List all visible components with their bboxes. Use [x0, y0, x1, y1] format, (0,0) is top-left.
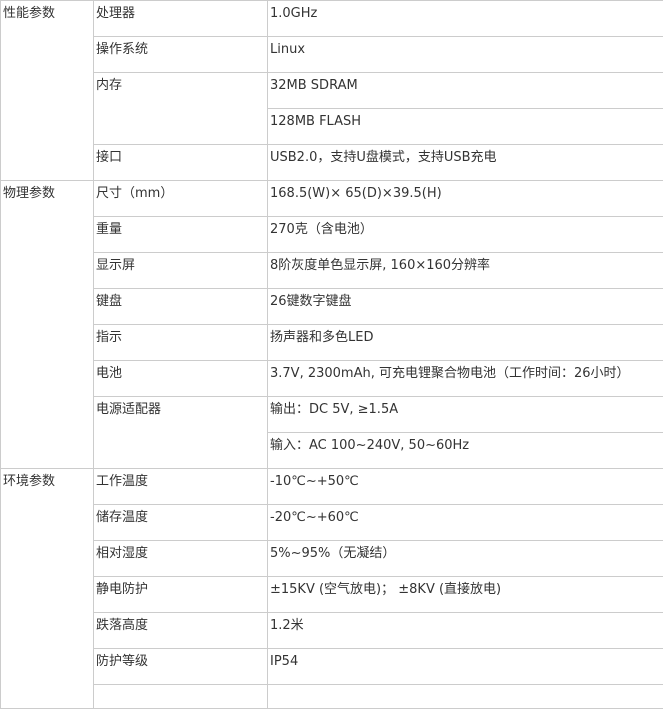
table-row: 物理参数 尺寸（mm） 168.5(W)× 65(D)×39.5(H)	[0, 180, 663, 469]
table-row: 键盘 26键数字键盘	[1, 288, 663, 325]
param-name-cell: 储存温度	[93, 504, 268, 541]
table-row: 操作系统 Linux	[1, 36, 663, 73]
param-name-cell: 指示	[93, 324, 268, 361]
param-value-cell: 3.7V, 2300mAh, 可充电锂聚合物电池（工作时间：26小时）	[267, 360, 663, 397]
param-name-cell: 相对湿度	[93, 540, 268, 577]
param-value-cell: 168.5(W)× 65(D)×39.5(H)	[267, 180, 663, 217]
table-row	[1, 684, 663, 709]
param-value-cell: 8阶灰度单色显示屏, 160×160分辨率	[267, 252, 663, 289]
table-row: 显示屏 8阶灰度单色显示屏, 160×160分辨率	[1, 252, 663, 289]
table-row: 接口 USB2.0，支持U盘模式，支持USB充电	[1, 144, 663, 181]
table-row: 重量 270克（含电池）	[1, 216, 663, 253]
param-name-cell: 电源适配器	[93, 396, 268, 469]
param-value-cell: 5%~95%（无凝结）	[267, 540, 663, 577]
spec-table: 性能参数 处理器 1.0GHz 操作系统 Linux 内存 32MB SDRAM…	[0, 0, 663, 709]
param-value-cell: 扬声器和多色LED	[267, 324, 663, 361]
param-value-cell: Linux	[267, 36, 663, 73]
category-cell: 环境参数	[0, 468, 94, 709]
param-name-cell: 尺寸（mm）	[93, 180, 268, 217]
table-row: 性能参数 处理器 1.0GHz	[0, 0, 663, 181]
table-row: 内存 32MB SDRAM	[1, 72, 663, 145]
table-row: 环境参数 工作温度 -10℃~+50℃	[0, 468, 663, 709]
empty-cell	[267, 684, 663, 709]
table-row: 静电防护 ±15KV (空气放电)； ±8KV (直接放电)	[1, 576, 663, 613]
table-row: 电池 3.7V, 2300mAh, 可充电锂聚合物电池（工作时间：26小时）	[1, 360, 663, 397]
param-value-cell: 1.2米	[267, 612, 663, 649]
param-name-cell: 跌落高度	[93, 612, 268, 649]
param-value-cell: 输出：DC 5V, ≥1.5A	[267, 396, 663, 433]
param-value-cell: 32MB SDRAM	[267, 72, 663, 109]
param-name-cell: 静电防护	[93, 576, 268, 613]
param-value-cell: 26键数字键盘	[267, 288, 663, 325]
param-value-cell: 128MB FLASH	[267, 108, 663, 145]
param-name-cell: 接口	[93, 144, 268, 181]
param-name-cell: 显示屏	[93, 252, 268, 289]
param-value-cell: -10℃~+50℃	[267, 468, 663, 505]
param-name-cell: 键盘	[93, 288, 268, 325]
param-name-cell: 重量	[93, 216, 268, 253]
param-name-cell: 电池	[93, 360, 268, 397]
param-value-cell: 270克（含电池）	[267, 216, 663, 253]
param-name-cell: 内存	[93, 72, 268, 145]
table-row: 指示 扬声器和多色LED	[1, 324, 663, 361]
table-row: 相对湿度 5%~95%（无凝结）	[1, 540, 663, 577]
category-cell: 性能参数	[0, 0, 94, 181]
param-name-cell: 防护等级	[93, 648, 268, 685]
param-name-cell: 操作系统	[93, 36, 268, 73]
param-value-cell: -20℃~+60℃	[267, 504, 663, 541]
table-row: 跌落高度 1.2米	[1, 612, 663, 649]
empty-cell	[93, 684, 268, 709]
table-row: 电源适配器 输出：DC 5V, ≥1.5A	[1, 396, 663, 469]
table-row: 储存温度 -20℃~+60℃	[1, 504, 663, 541]
param-value-cell: 1.0GHz	[267, 0, 663, 37]
param-value-cell: USB2.0，支持U盘模式，支持USB充电	[267, 144, 663, 181]
param-name-cell: 处理器	[93, 0, 268, 37]
param-value-cell: ±15KV (空气放电)； ±8KV (直接放电)	[267, 576, 663, 613]
param-name-cell: 工作温度	[93, 468, 268, 505]
table-row: 防护等级 IP54	[1, 648, 663, 685]
category-cell: 物理参数	[0, 180, 94, 469]
param-value-cell: IP54	[267, 648, 663, 685]
param-value-cell: 输入：AC 100~240V, 50~60Hz	[267, 432, 663, 469]
